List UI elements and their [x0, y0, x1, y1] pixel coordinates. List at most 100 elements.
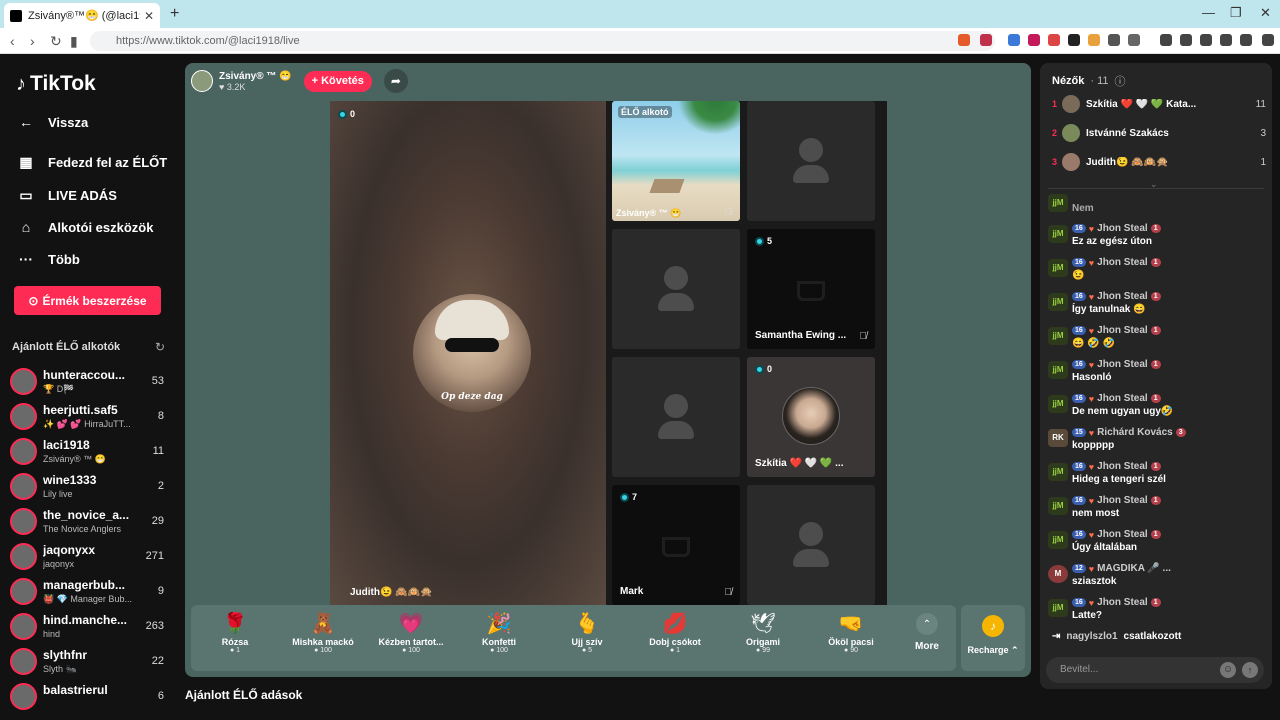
chat-user[interactable]: Jhon Steal	[1097, 223, 1148, 234]
fan-badge: 1	[1150, 360, 1161, 369]
creator-item[interactable]: laci1918 Zsivány® ™ 😁 11	[10, 436, 170, 468]
get-coins-button[interactable]: ⊙ Érmék beszerzése	[14, 286, 161, 315]
fan-badge: 3	[1175, 428, 1186, 437]
refresh-icon[interactable]: ↻	[155, 340, 165, 354]
more-gifts-button[interactable]: ⌃ More	[911, 613, 943, 652]
creator-item[interactable]: wine1333 Lily live 2	[10, 471, 170, 503]
close-tab-icon[interactable]: ✕	[144, 9, 154, 23]
minimize-icon[interactable]: —	[1202, 5, 1215, 20]
creator-item[interactable]: slythfnr Slyth 🐜 22	[10, 646, 170, 678]
brave-shield-icon[interactable]	[958, 34, 970, 46]
restore-icon[interactable]: ❐	[1230, 5, 1242, 21]
nav-explore-live[interactable]: ▦ Fedezd fel az ÉLŐT	[18, 154, 167, 171]
extension-k-icon[interactable]	[1028, 34, 1040, 46]
top-viewer[interactable]: 2 Istvánné Szakács 3	[1052, 124, 1266, 144]
extension-dark-icon[interactable]	[1068, 34, 1080, 46]
forward-icon[interactable]: ›	[30, 33, 35, 49]
chat-user[interactable]: Jhon Steal	[1097, 597, 1148, 608]
nav-live[interactable]: ▭ LIVE ADÁS	[18, 187, 116, 204]
chat-user[interactable]: Jhon Steal	[1097, 393, 1148, 404]
extension-hls-icon[interactable]	[1048, 34, 1060, 46]
extension-color-icon[interactable]	[1088, 34, 1100, 46]
extension-gear-icon[interactable]	[1108, 34, 1120, 46]
info-icon[interactable]: ⓘ	[1115, 73, 1126, 89]
reload-icon[interactable]: ↻	[50, 33, 62, 50]
chat-user[interactable]: MAGDIKA 🎤 ...	[1097, 563, 1171, 574]
gift-confetti[interactable]: 🎉 Konfetti ● 100	[459, 611, 539, 654]
chat-user[interactable]: Jhon Steal	[1097, 257, 1148, 268]
chat-user[interactable]: Jhon Steal	[1097, 461, 1148, 472]
nav-more[interactable]: ··· Több	[18, 251, 80, 267]
creator-item[interactable]: managerbub... 👹 💎 Manager Bub... 9	[10, 576, 170, 608]
ai-icon[interactable]	[1220, 34, 1232, 46]
chat-user[interactable]: Jhon Steal	[1097, 291, 1148, 302]
creator-item[interactable]: the_novice_a... The Novice Anglers 29	[10, 506, 170, 538]
chat-user[interactable]: Jhon Steal	[1097, 359, 1148, 370]
gift-heart-hands[interactable]: 💗 Kézben tartot... ● 100	[371, 611, 451, 654]
viewer-count: 8	[157, 410, 164, 422]
suggested-creators-title: Ajánlott ÉLŐ alkotók	[12, 341, 121, 353]
recharge-button[interactable]: ♪ Recharge ⌃	[961, 605, 1025, 671]
tiktok-logo[interactable]: ♪ TikTok	[16, 72, 96, 96]
guest-tile-host[interactable]: ÉLŐ alkotó Zsivány® ™ 😁 🎙̸	[612, 101, 740, 221]
guest-tile[interactable]: 7 Mark 🎙̸	[612, 485, 740, 605]
gift-kiss[interactable]: 💋 Dobj csókot ● 1	[635, 611, 715, 654]
gift-rose[interactable]: 🌹 Rózsa ● 1	[195, 611, 275, 654]
creator-item[interactable]: balastrierul 6	[10, 681, 170, 713]
share-icon[interactable]: ➦	[383, 69, 408, 93]
chat-user[interactable]: Jhon Steal	[1097, 495, 1148, 506]
fan-badge: 1	[1150, 292, 1161, 301]
nav-back[interactable]: ← Vissza	[18, 114, 88, 130]
host-name[interactable]: Zsivány® ™ 😁	[219, 71, 292, 82]
url-field[interactable]: https://www.tiktok.com/@laci1918/live	[90, 31, 995, 51]
nav-creator-tools[interactable]: ⌂ Alkotói eszközök	[18, 219, 154, 235]
new-tab-icon[interactable]: +	[170, 5, 179, 23]
top-viewer[interactable]: 1 Szkítia ❤️ 🤍 💚 Kata... 11	[1052, 95, 1266, 115]
empty-seat-tile[interactable]	[747, 101, 875, 221]
sidebar-icon[interactable]	[1180, 34, 1192, 46]
close-window-icon[interactable]: ✕	[1260, 5, 1271, 21]
top-viewer[interactable]: 3 Judith😉 🙈🙉🙊 1	[1052, 153, 1266, 173]
chat-input[interactable]: Bevitel... ☺ ↑	[1046, 657, 1264, 683]
empty-seat-tile[interactable]	[747, 485, 875, 605]
host-avatar[interactable]	[191, 70, 213, 92]
creator-item[interactable]: hunteraccou... 🏆 D🏁 53	[10, 366, 170, 398]
creator-item[interactable]: jaqonyxx jaqonyx 271	[10, 541, 170, 573]
avatar	[10, 403, 37, 430]
translate-icon[interactable]	[1008, 34, 1020, 46]
wallet-icon[interactable]	[1200, 34, 1212, 46]
chat-user[interactable]: Jhon Steal	[1097, 529, 1148, 540]
send-icon[interactable]: ↑	[1242, 662, 1258, 678]
brave-rewards-icon[interactable]	[980, 34, 992, 46]
gift-origami[interactable]: 🕊 Origami ● 99	[723, 611, 803, 654]
emoji-icon[interactable]: ☺	[1220, 662, 1236, 678]
menu-icon[interactable]	[1262, 34, 1274, 46]
tab-title: Zsivány®™😁 (@laci1918) É...	[28, 10, 140, 22]
chat-user[interactable]: Richárd Kovács	[1097, 427, 1173, 438]
heart-icon: ♥	[1088, 359, 1095, 370]
gift-finger-heart[interactable]: 🫰 Ujj szív ● 5	[547, 611, 627, 654]
creator-item[interactable]: hind.manche... hind 263	[10, 611, 170, 643]
vpn-icon[interactable]	[1240, 34, 1252, 46]
heart-icon: ♥	[1088, 563, 1095, 574]
main-guest-video[interactable]: 0 Op deze dag Judith😉 🙈🙉🙊	[330, 101, 606, 606]
browser-tab[interactable]: Zsivány®™😁 (@laci1918) É... ✕	[4, 3, 160, 28]
extension-box-icon[interactable]	[1128, 34, 1140, 46]
gift-teddy[interactable]: 🧸 Mishka mackó ● 100	[283, 611, 363, 654]
empty-seat-tile[interactable]	[612, 357, 740, 477]
creator-item[interactable]: heerjutti.saf5 ✨ 💕 💕 HirraJuTT... 8	[10, 401, 170, 433]
chevron-down-icon[interactable]: ⌄	[1150, 179, 1158, 190]
video-grid: 0 Op deze dag Judith😉 🙈🙉🙊 ÉLŐ alkotó Zsi…	[330, 101, 887, 606]
back-icon[interactable]: ‹	[10, 33, 15, 49]
guest-tile[interactable]: 0 Szkítia ❤️ 🤍 💚 ...	[747, 357, 875, 477]
media-icon[interactable]	[1160, 34, 1172, 46]
avatar: jjM	[1048, 259, 1068, 277]
bookmark-icon[interactable]: ▮	[70, 33, 78, 50]
chat-user[interactable]: Jhon Steal	[1097, 325, 1148, 336]
guest-tile[interactable]: 5 Samantha Ewing ... 🎙̸	[747, 229, 875, 349]
fan-badge: 1	[1150, 394, 1161, 403]
empty-seat-tile[interactable]	[612, 229, 740, 349]
level-badge: 16	[1072, 258, 1086, 267]
gift-fist-bump[interactable]: 🤜 Ököl pacsi ● 90	[811, 611, 891, 654]
follow-button[interactable]: + Követés	[303, 70, 372, 92]
